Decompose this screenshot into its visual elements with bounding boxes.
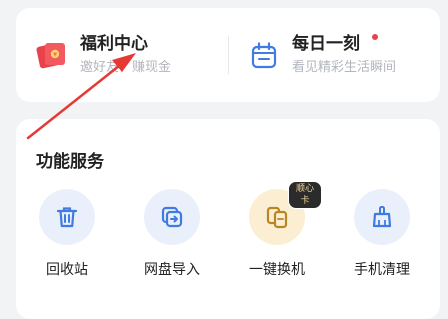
daily-moment-subtitle: 看见精彩生活瞬间 [292, 60, 397, 75]
import-icon [161, 206, 183, 228]
calendar-icon [251, 42, 277, 69]
daily-moment-title: 每日一刻 [292, 34, 360, 54]
phone-clean-icon-bg [354, 189, 410, 245]
brush-icon [372, 206, 392, 228]
cloud-import-icon-bg [144, 189, 200, 245]
recycle-bin-label: 回收站 [46, 262, 88, 278]
phone-switch-item[interactable]: 顺心卡 一键换机 [232, 181, 322, 279]
section-title: 功能服务 [36, 152, 104, 172]
trash-icon [56, 207, 78, 228]
daily-moment-entry[interactable]: 每日一刻 看见精彩生活瞬间 [248, 8, 438, 102]
welfare-center-title: 福利中心 [80, 34, 148, 54]
recycle-bin-icon-bg [39, 189, 95, 245]
promo-card: ¥ 福利中心 邀好友，赚现金 每日一刻 看见精彩生活瞬间 [16, 8, 440, 102]
notification-dot [372, 34, 378, 40]
svg-text:¥: ¥ [53, 52, 57, 59]
promo-badge: 顺心卡 [288, 181, 322, 209]
cloud-import-label: 网盘导入 [144, 262, 200, 278]
phone-switch-label: 一键换机 [249, 262, 305, 278]
welfare-center-subtitle: 邀好友，赚现金 [80, 60, 172, 75]
services-card: 功能服务 回收站 网盘导入 顺心卡 一键换机 手机清理 [16, 119, 440, 319]
recycle-bin-item[interactable]: 回收站 [22, 189, 112, 279]
phone-clean-item[interactable]: 手机清理 [337, 189, 427, 279]
welfare-center-entry[interactable]: ¥ 福利中心 邀好友，赚现金 [36, 8, 236, 102]
divider [228, 36, 229, 74]
cloud-import-item[interactable]: 网盘导入 [127, 189, 217, 279]
phone-switch-icon [266, 206, 288, 229]
red-envelope-icon: ¥ [36, 43, 65, 69]
phone-clean-label: 手机清理 [354, 262, 410, 278]
